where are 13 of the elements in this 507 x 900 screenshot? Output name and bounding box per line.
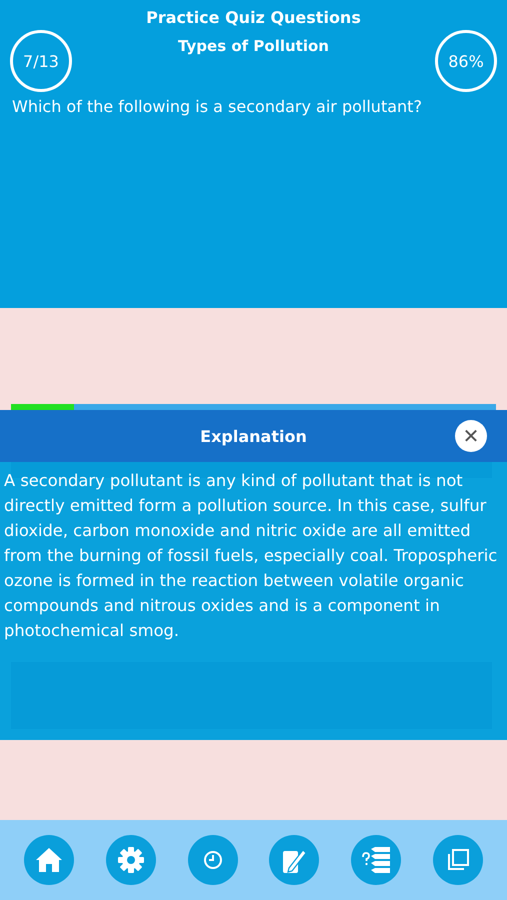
clock-icon — [202, 850, 223, 870]
copy-icon — [446, 848, 470, 872]
home-icon — [34, 847, 63, 873]
question-counter: 7/13 — [10, 30, 72, 92]
settings-icon — [116, 846, 145, 874]
close-button[interactable]: ✕ — [455, 420, 487, 452]
score-indicator: 86% — [435, 30, 497, 92]
question-text: Which of the following is a secondary air pollutant? — [12, 97, 423, 116]
question-list-icon — [361, 846, 392, 874]
topic-title: Types of Pollution — [178, 37, 329, 55]
explanation-text: A secondary pollutant is any kind of pollutant that is not directly emitted form a pollution source. In this case, sulfur dioxide, carbon monoxide and nitric oxide are all emitted from the burning of fossil fuels, especially coal. Tropospheric ozone is formed in the reaction between volatile organic compounds and nitrous oxides and is a component in photochemical smog. — [4, 470, 498, 642]
explanation-title: Explanation — [200, 426, 307, 446]
app-title: Practice Quiz Questions — [146, 8, 361, 27]
